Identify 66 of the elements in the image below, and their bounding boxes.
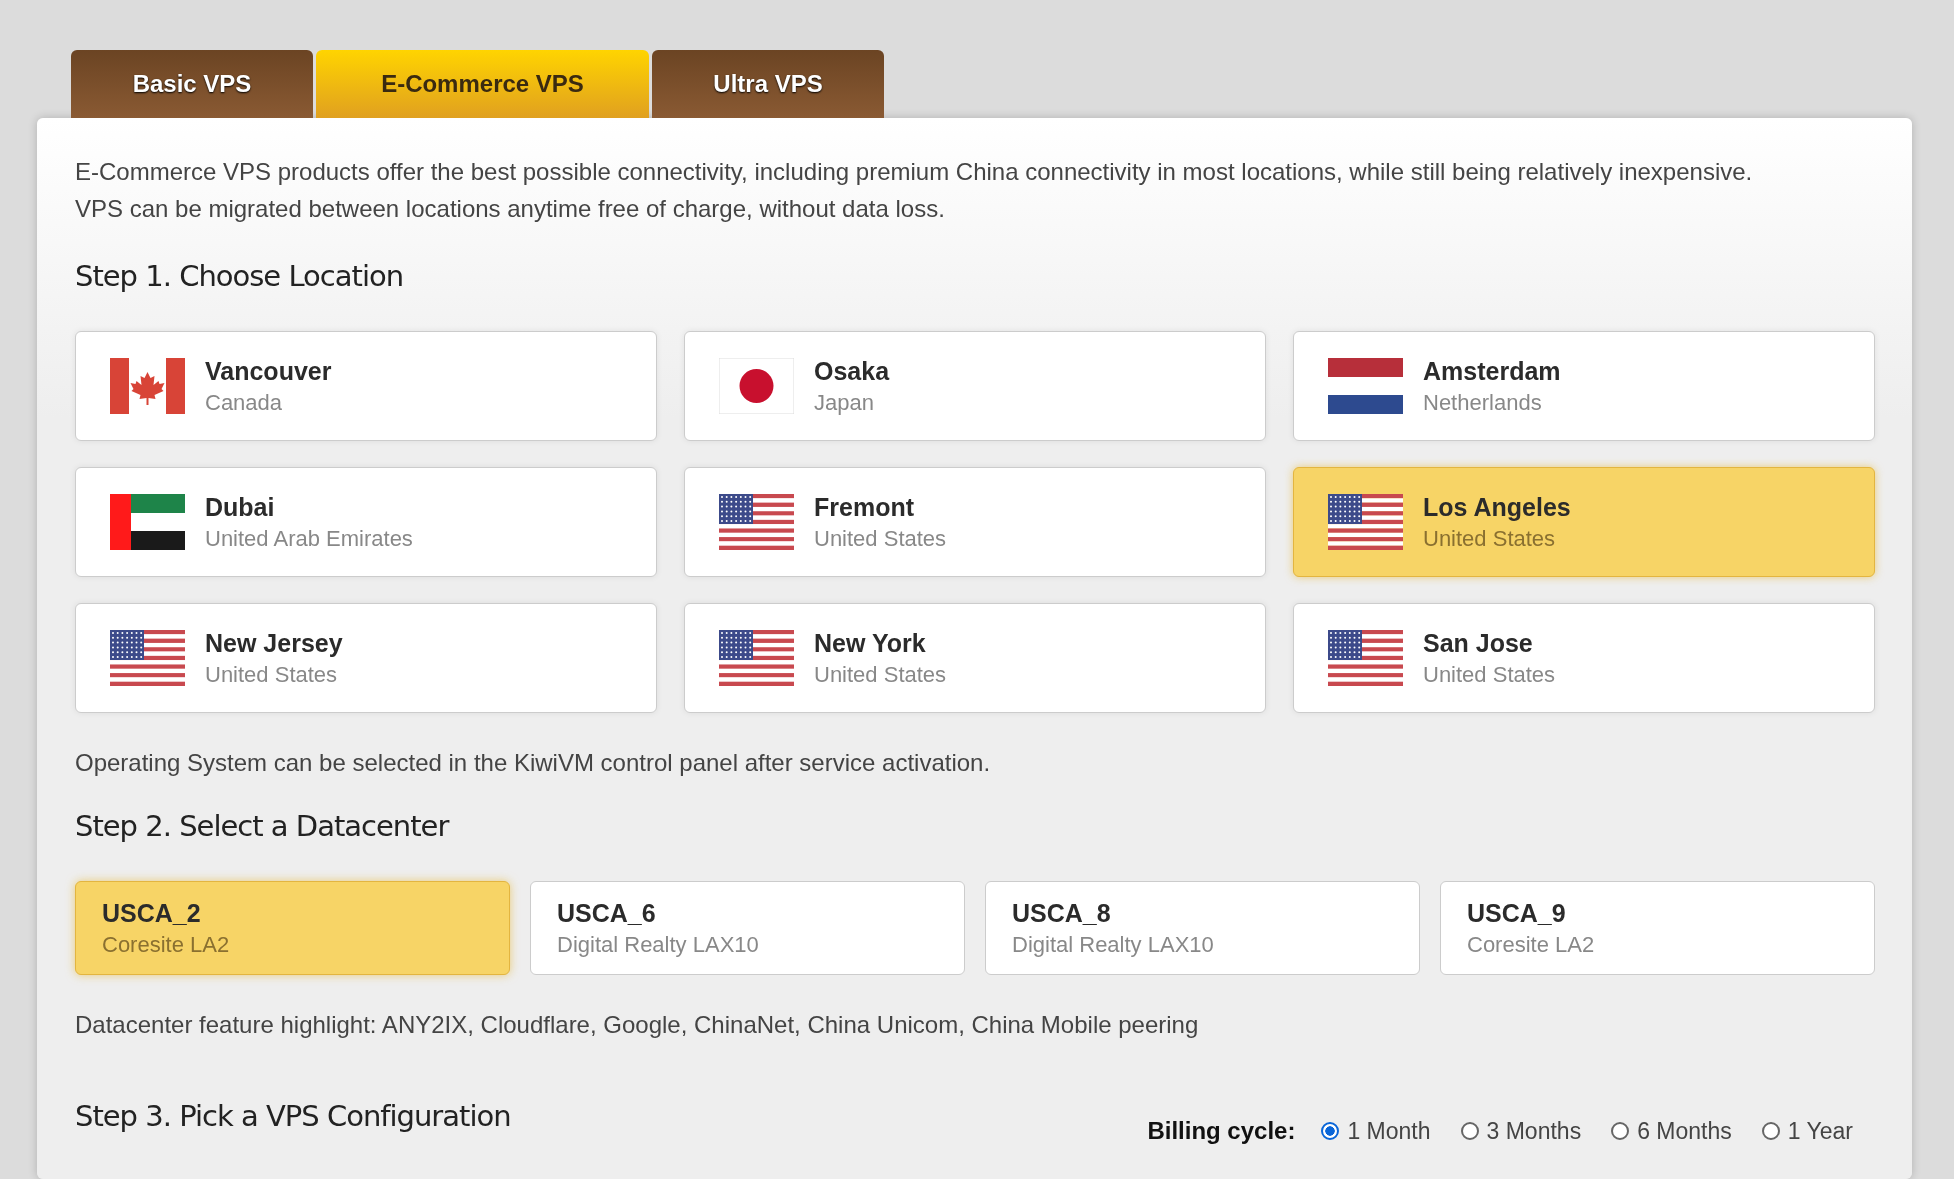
- description-text: E-Commerce VPS products offer the best possible connectivity, including premium China connectivity in most locations, while still being relatively inexpensive. VPS can be migrated between locations anytime free of charge, without data loss.: [75, 157, 1754, 224]
- datacenter-code: USCA_8: [1012, 898, 1112, 928]
- country-name: United States: [205, 661, 339, 688]
- location-card[interactable]: New Jersey United States: [75, 603, 657, 713]
- location-card[interactable]: Amsterdam Netherlands: [1293, 331, 1875, 441]
- step-heading: Step 1. Choose Location: [75, 259, 405, 293]
- city-name: Amsterdam: [1423, 356, 1561, 386]
- datacenter-code: USCA_2: [102, 898, 202, 928]
- city-name: Los Angeles: [1423, 492, 1571, 522]
- location-card[interactable]: Vancouver Canada: [75, 331, 657, 441]
- datacenter-name: Digital Realty LAX10: [1012, 931, 1215, 958]
- location-card[interactable]: Fremont United States: [684, 467, 1266, 577]
- flag-icon: [719, 630, 794, 686]
- city-name: Dubai: [205, 492, 276, 522]
- radio-button[interactable]: [1611, 1122, 1630, 1140]
- billing-label: Billing cycle:: [1147, 1117, 1296, 1145]
- flag-icon: [719, 494, 794, 550]
- billing-option-label[interactable]: 3 Months: [1486, 1117, 1582, 1145]
- flag-icon: [110, 630, 185, 686]
- radio-button[interactable]: [1460, 1122, 1479, 1140]
- city-name: Vancouver: [205, 356, 332, 386]
- location-card[interactable]: Los Angeles United States: [1293, 467, 1875, 577]
- tab[interactable]: Basic VPS: [71, 50, 313, 118]
- datacenter-card[interactable]: USCA_6 Digital Realty LAX10: [530, 881, 965, 975]
- datacenter-name: Coresite LA2: [102, 931, 231, 958]
- datacenter-code: USCA_9: [1467, 898, 1567, 928]
- location-card[interactable]: Dubai United Arab Emirates: [75, 467, 657, 577]
- datacenter-card[interactable]: USCA_9 Coresite LA2: [1440, 881, 1875, 975]
- city-name: New Jersey: [205, 628, 343, 658]
- country-name: Canada: [205, 389, 284, 416]
- flag-icon: [1328, 494, 1403, 550]
- location-card[interactable]: San Jose United States: [1293, 603, 1875, 713]
- flag-icon: [719, 358, 794, 414]
- datacenter-card[interactable]: USCA_2 Coresite LA2: [75, 881, 510, 975]
- datacenter-name: Coresite LA2: [1467, 931, 1596, 958]
- city-name: Osaka: [814, 356, 890, 386]
- datacenter-code: USCA_6: [557, 898, 657, 928]
- city-name: New York: [814, 628, 927, 658]
- country-name: United Arab Emirates: [205, 525, 413, 552]
- flag-icon: [110, 358, 185, 414]
- radio-button[interactable]: [1761, 1122, 1780, 1140]
- flag-icon: [1328, 358, 1403, 414]
- country-name: Netherlands: [1423, 389, 1543, 416]
- city-name: Fremont: [814, 492, 915, 522]
- datacenter-name: Digital Realty LAX10: [557, 931, 760, 958]
- tab[interactable]: Ultra VPS: [652, 50, 884, 118]
- country-name: United States: [1423, 525, 1557, 552]
- tab[interactable]: E-Commerce VPS: [316, 50, 649, 118]
- datacenter-card[interactable]: USCA_8 Digital Realty LAX10: [985, 881, 1420, 975]
- flag-icon: [110, 494, 185, 550]
- location-card[interactable]: Osaka Japan: [684, 331, 1266, 441]
- country-name: Japan: [814, 389, 875, 416]
- billing-option-label[interactable]: 1 Year: [1787, 1117, 1853, 1145]
- country-name: United States: [814, 525, 947, 552]
- step-heading: Step 3. Pick a VPS Configuration: [75, 1099, 511, 1133]
- country-name: United States: [1423, 661, 1556, 688]
- billing-option-label[interactable]: 1 Month: [1347, 1117, 1431, 1145]
- radio-button[interactable]: [1321, 1122, 1340, 1140]
- datacenter-note: Datacenter feature highlight: ANY2IX, Cloudflare, Google, ChinaNet, China Unicom, China Mobile peering: [75, 1011, 1200, 1039]
- billing-option-label[interactable]: 6 Months: [1637, 1117, 1732, 1145]
- city-name: San Jose: [1423, 628, 1534, 658]
- os-note: Operating System can be selected in the KiwiVM control panel after service activation.: [75, 749, 992, 777]
- country-name: United States: [814, 661, 947, 688]
- step-heading: Step 2. Select a Datacenter: [75, 809, 450, 843]
- flag-icon: [1328, 630, 1403, 686]
- location-card[interactable]: New York United States: [684, 603, 1266, 713]
